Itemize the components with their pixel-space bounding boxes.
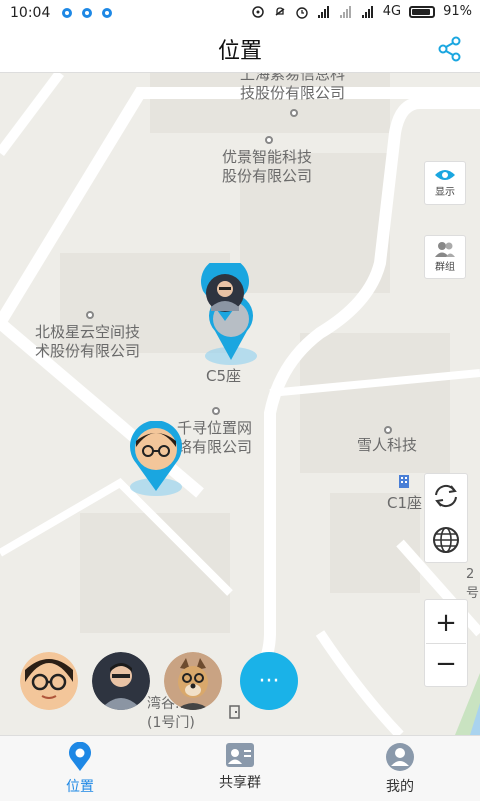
- notification-icon: [82, 8, 93, 18]
- member-avatar[interactable]: [164, 652, 222, 710]
- notification-icons: [62, 8, 113, 18]
- poi-label: 北极星云空间技 术股份有限公司: [35, 323, 141, 360]
- zoom-controls: + −: [424, 599, 468, 687]
- group-button[interactable]: 群组: [424, 235, 466, 279]
- status-time: 10:04: [10, 5, 51, 21]
- tab-shared-groups[interactable]: 共享群: [160, 736, 320, 801]
- poi-label: 雪人科技: [357, 436, 418, 454]
- zoom-in-button[interactable]: +: [435, 603, 457, 643]
- battery-icon: [409, 5, 436, 18]
- signal-icon-3: [361, 5, 373, 18]
- building-label: C1座: [387, 494, 423, 512]
- tab-location[interactable]: 位置: [0, 736, 160, 801]
- tab-me[interactable]: 我的: [320, 736, 480, 801]
- battery-level: 91%: [443, 4, 472, 19]
- poi-dot: [384, 426, 392, 434]
- user-profile-icon: [386, 743, 414, 771]
- eye-icon: [435, 170, 455, 180]
- poi-label: 千寻位置网 络有限公司: [177, 419, 253, 456]
- location-pin-icon: [69, 742, 91, 771]
- more-icon: ···: [258, 668, 280, 694]
- signal-icon: [317, 5, 329, 18]
- notification-icon: [102, 8, 113, 18]
- group-label: 群组: [435, 262, 455, 273]
- alarm-icon: [296, 6, 308, 19]
- location-marker[interactable]: [124, 421, 188, 501]
- door-icon: [229, 705, 240, 719]
- bottom-tab-bar: 位置 共享群 我的: [0, 735, 480, 801]
- poi-dot: [290, 109, 298, 117]
- poi-dot: [265, 136, 273, 144]
- notification-icon: [62, 8, 73, 18]
- poi-dot: [212, 407, 220, 415]
- member-avatar[interactable]: [20, 652, 78, 710]
- mute-icon: [275, 6, 285, 16]
- nfc-icon: [251, 5, 264, 18]
- member-avatar[interactable]: [92, 652, 150, 710]
- network-type: 4G: [382, 4, 402, 19]
- refresh-icon[interactable]: [431, 481, 461, 511]
- display-label: 显示: [435, 187, 455, 198]
- zoom-out-button[interactable]: −: [435, 644, 457, 684]
- title-bar: 位置: [0, 26, 480, 73]
- tab-label: 我的: [386, 779, 414, 795]
- contact-card-icon: [226, 743, 254, 767]
- globe-icon[interactable]: [431, 525, 461, 555]
- poi-dot: [86, 311, 94, 319]
- group-icon: [435, 242, 455, 257]
- share-icon[interactable]: [436, 35, 464, 63]
- poi-label: 上海紫易信息科 技股份有限公司: [240, 73, 346, 102]
- status-right: 4G 91%: [251, 4, 472, 19]
- tab-label: 位置: [66, 779, 94, 795]
- location-marker[interactable]: [193, 263, 263, 373]
- status-bar: 10:04 4G 91%: [0, 0, 480, 26]
- building-icon: [399, 475, 409, 488]
- page-title: 位置: [217, 39, 262, 64]
- map-view[interactable]: 上海紫易信息科 技股份有限公司 优景智能科技 股份有限公司 北极星云空间技 术股…: [0, 73, 480, 735]
- display-toggle-button[interactable]: 显示: [424, 161, 466, 205]
- poi-label: 优景智能科技 股份有限公司: [222, 148, 313, 185]
- poi-label: 2号: [466, 567, 480, 601]
- tab-label: 共享群: [219, 775, 261, 791]
- more-button[interactable]: ···: [240, 652, 298, 710]
- signal-icon-2: [339, 5, 351, 18]
- map-tools: [424, 473, 468, 563]
